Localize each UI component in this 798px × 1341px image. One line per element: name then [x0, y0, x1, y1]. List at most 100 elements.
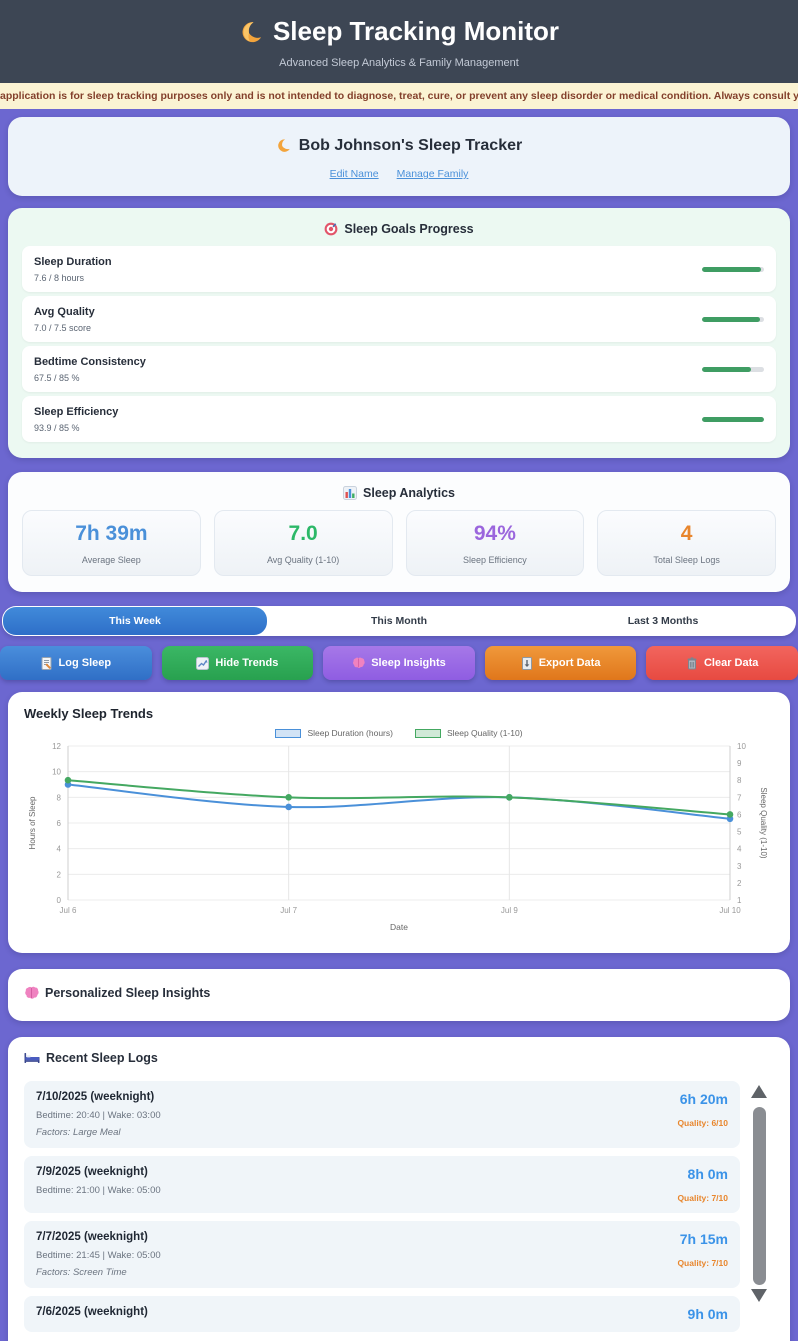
svg-text:2: 2 [57, 870, 62, 879]
log-entry-info: 7/6/2025 (weeknight) [36, 1306, 148, 1322]
log-quality: Quality: 7/10 [677, 1193, 728, 1203]
svg-text:Date: Date [390, 922, 408, 932]
log-date: 7/7/2025 (weeknight) [36, 1231, 148, 1243]
goal-info: Sleep Duration 7.6 / 8 hours [34, 256, 112, 283]
svg-text:Jul 9: Jul 9 [501, 906, 518, 915]
analytics-heading-text: Sleep Analytics [363, 486, 455, 500]
svg-text:6: 6 [57, 819, 62, 828]
hide-trends-button[interactable]: Hide Trends [161, 646, 314, 680]
log-duration: 6h 20m [679, 1091, 728, 1107]
trash-icon [686, 656, 698, 670]
page-subtitle: Advanced Sleep Analytics & Family Manage… [279, 56, 519, 69]
logs-heading: Recent Sleep Logs [24, 1051, 774, 1065]
log-entry-info: 7/10/2025 (weeknight) Bedtime: 20:40 | W… [36, 1091, 161, 1138]
log-factors: Factors: Screen Time [36, 1267, 127, 1278]
sleep-insights-button[interactable]: Sleep Insights [323, 646, 475, 680]
log-details: Bedtime: 21:45 | Wake: 05:00 [36, 1250, 161, 1261]
goal-progress-track [702, 266, 764, 272]
goal-name: Sleep Efficiency [34, 405, 119, 418]
log-entry-info: 7/9/2025 (weeknight) Bedtime: 21:00 | Wa… [36, 1166, 161, 1203]
svg-text:Hours of Sleep: Hours of Sleep [28, 796, 37, 849]
button-label: Hide Trends [215, 657, 279, 669]
brain-icon [24, 986, 39, 1000]
scroll-down-arrow[interactable] [751, 1289, 767, 1302]
svg-text:6: 6 [737, 810, 742, 819]
goal-row-avg-quality: Avg Quality 7.0 / 7.5 score [22, 296, 776, 342]
app-header: Sleep Tracking Monitor Advanced Sleep An… [0, 0, 798, 83]
edit-name-link[interactable]: Edit Name [330, 168, 379, 180]
goal-info: Sleep Efficiency 93.9 / 85 % [34, 406, 118, 433]
goal-progress-track [702, 416, 764, 422]
bar-chart-icon [343, 486, 358, 500]
stat-label: Total Sleep Logs [653, 554, 720, 565]
goals-heading: Sleep Goals Progress [22, 222, 776, 236]
svg-text:Jul 7: Jul 7 [280, 906, 297, 915]
logs-list: 7/10/2025 (weeknight) Bedtime: 20:40 | W… [24, 1081, 774, 1332]
button-label: Log Sleep [58, 657, 112, 669]
scroll-up-arrow[interactable] [751, 1085, 767, 1098]
page-title: Sleep Tracking Monitor [239, 16, 559, 47]
legend-label: Sleep Duration (hours) [307, 728, 393, 738]
legend-item-quality[interactable]: Sleep Quality (1-10) [414, 728, 523, 738]
log-entry-metrics: 8h 0m Quality: 7/10 [677, 1166, 728, 1203]
svg-text:2: 2 [737, 879, 742, 888]
log-duration: 8h 0m [687, 1166, 728, 1182]
legend-swatch-quality [414, 728, 441, 738]
legend-item-duration[interactable]: Sleep Duration (hours) [275, 728, 393, 738]
button-label: Sleep Insights [371, 657, 446, 669]
sleep-analytics-card: Sleep Analytics 7h 39m Average Sleep 7.0… [8, 472, 790, 592]
log-details: Bedtime: 20:40 | Wake: 03:00 [36, 1110, 161, 1121]
actions-row: Log Sleep Hide Trends Sleep Insights Exp… [0, 646, 798, 680]
svg-text:7: 7 [737, 793, 742, 802]
export-icon [521, 656, 533, 670]
chart-title: Weekly Sleep Trends [24, 706, 154, 721]
svg-text:4: 4 [737, 845, 742, 854]
svg-text:8: 8 [57, 793, 62, 802]
svg-text:Sleep Quality (1-10): Sleep Quality (1-10) [759, 787, 768, 858]
stat-average-sleep: 7h 39m Average Sleep [22, 510, 201, 576]
export-data-button[interactable]: Export Data [484, 646, 637, 680]
tab-this-month[interactable]: This Month [267, 607, 531, 635]
stat-value: 4 [680, 521, 693, 545]
chart-legend: Sleep Duration (hours) Sleep Quality (1-… [24, 728, 774, 738]
manage-family-link[interactable]: Manage Family [397, 168, 469, 180]
page-title-text: Sleep Tracking Monitor [272, 16, 560, 46]
stat-avg-quality: 7.0 Avg Quality (1-10) [213, 510, 393, 576]
trend-chart-icon [196, 656, 210, 670]
log-entry-metrics: 6h 20m Quality: 6/10 [677, 1091, 728, 1138]
moon-icon [239, 20, 263, 44]
stats-row: 7h 39m Average Sleep 7.0 Avg Quality (1-… [22, 510, 776, 576]
tab-last-3-months[interactable]: Last 3 Months [531, 607, 795, 635]
goal-value: 93.9 / 85 % [34, 422, 80, 433]
stat-label: Average Sleep [81, 554, 141, 565]
goal-name: Avg Quality [34, 305, 95, 318]
medical-disclaimer-banner: application is for sleep tracking purpos… [0, 82, 798, 109]
svg-text:12: 12 [52, 742, 61, 751]
goal-row-sleep-efficiency: Sleep Efficiency 93.9 / 85 % [22, 396, 776, 442]
tab-this-week[interactable]: This Week [3, 607, 267, 635]
goals-heading-text: Sleep Goals Progress [344, 222, 474, 236]
trend-chart-svg: 02468101212345678910Jul 6 Jul 7 Jul 9 Jul 1… [28, 742, 768, 932]
stat-value: 7.0 [288, 521, 318, 545]
insights-heading: Personalized Sleep Insights [24, 986, 774, 1000]
goal-progress-fill [702, 366, 751, 372]
log-entry-metrics: 9h 0m [688, 1306, 728, 1322]
log-details: Bedtime: 21:00 | Wake: 05:00 [36, 1185, 161, 1196]
log-quality: Quality: 6/10 [677, 1118, 728, 1128]
bed-icon [24, 1052, 40, 1064]
profile-links: Edit Name Manage Family [8, 168, 790, 180]
legend-label: Sleep Quality (1-10) [446, 728, 523, 738]
log-entry: 7/9/2025 (weeknight) Bedtime: 21:00 | Wa… [24, 1156, 740, 1213]
log-entry-info: 7/7/2025 (weeknight) Bedtime: 21:45 | Wa… [36, 1231, 161, 1278]
log-entry: 7/6/2025 (weeknight) 9h 0m [24, 1296, 740, 1332]
button-label: Export Data [538, 657, 601, 669]
scrollbar-thumb[interactable] [752, 1107, 766, 1285]
weekly-trends-card: Weekly Sleep Trends Sleep Duration (hour… [8, 692, 790, 953]
log-sleep-button[interactable]: Log Sleep [0, 646, 152, 680]
clear-data-button[interactable]: Clear Data [646, 646, 798, 680]
profile-title: Bob Johnson's Sleep Tracker [276, 137, 522, 155]
moon-icon [276, 138, 291, 153]
profile-title-text: Bob Johnson's Sleep Tracker [298, 136, 523, 154]
goal-name: Sleep Duration [34, 255, 112, 268]
goal-progress-track [702, 366, 764, 372]
